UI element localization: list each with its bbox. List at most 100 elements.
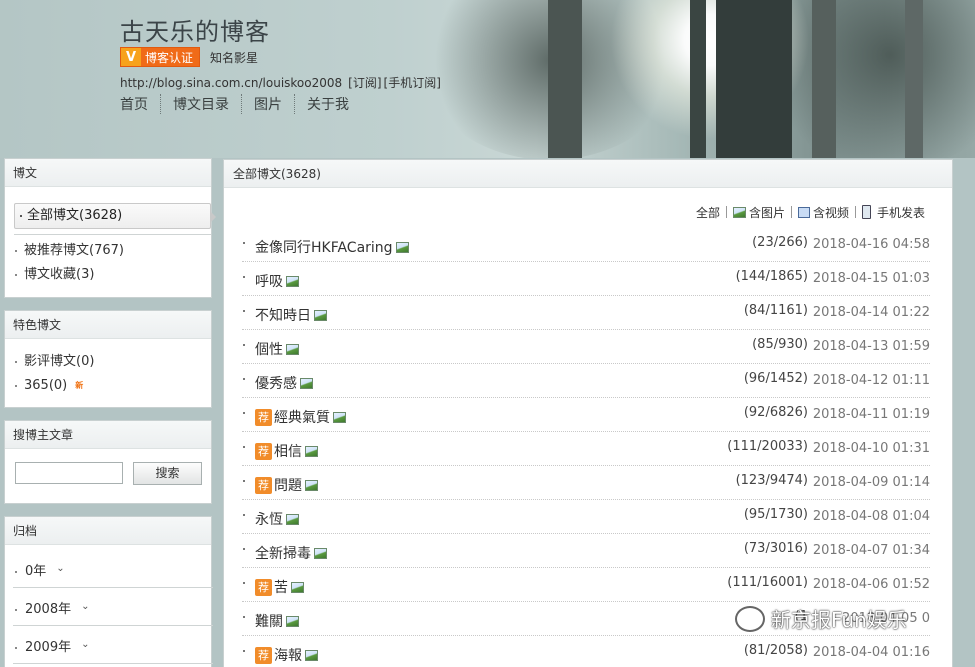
sidebar-item-recommended[interactable]: 被推荐博文(767) (5, 239, 124, 263)
post-title-link[interactable]: 難關 (255, 611, 299, 631)
image-icon (291, 581, 304, 593)
tree-trunk (812, 0, 836, 158)
nav-home[interactable]: 首页 (120, 94, 160, 114)
post-row: 荐海報 (81/2058) 2018-04-04 01:16 (242, 636, 930, 667)
post-title-link[interactable]: 金像同行HKFACaring (255, 237, 409, 257)
post-title: 經典氣質 (274, 410, 330, 426)
sidebar-item-label: 365(0) (24, 378, 68, 393)
post-date: 2018-04-09 01:14 (812, 475, 930, 490)
archive-item-0[interactable]: 0年 ⌄ (5, 553, 210, 591)
recommended-badge: 荐 (255, 442, 272, 460)
sidebar-item-365[interactable]: 365(0) 新 (5, 374, 83, 398)
post-title: 海報 (274, 648, 302, 664)
post-title-link[interactable]: 荐苦 (255, 577, 304, 597)
archive-item-2008[interactable]: 2008年 ⌄ (5, 591, 210, 629)
filter-mobile[interactable]: 手机发表 (854, 205, 931, 220)
image-icon (395, 241, 409, 253)
post-title: 苦 (274, 580, 288, 596)
post-title-link[interactable]: 不知時日 (255, 305, 327, 325)
filter-all[interactable]: 全部 (690, 206, 726, 220)
recommended-badge: 荐 (255, 578, 272, 596)
featured-panel: 特色博文 影评博文(0) 365(0) 新 (4, 310, 212, 408)
post-title: 優秀感 (255, 376, 297, 392)
post-date: 2018-04-14 01:22 (812, 305, 930, 320)
divider (13, 625, 213, 626)
nav-photos[interactable]: 图片 (241, 94, 294, 114)
search-button[interactable]: 搜索 (133, 462, 202, 485)
verify-badge[interactable]: V 博客认证 (120, 47, 201, 67)
filter-label: 含图片 (748, 205, 785, 220)
posts-panel-title: 博文 (5, 159, 211, 187)
post-stats: (96/1452) (743, 371, 808, 386)
featured-panel-title: 特色博文 (5, 311, 211, 339)
main-post-list: 全部博文(3628) 全部 含图片 含视频 手机发表 金像同行HKFACarin… (223, 159, 953, 667)
post-title: 全新掃毒 (255, 546, 311, 562)
recommended-badge: 荐 (255, 646, 272, 664)
post-row: 不知時日 (84/1161) 2018-04-14 01:22 (242, 296, 930, 330)
post-title-link[interactable]: 呼吸 (255, 271, 299, 291)
post-row: 呼吸 (144/1865) 2018-04-15 01:03 (242, 262, 930, 296)
post-date: 2018-04-07 01:34 (812, 543, 930, 558)
post-row: 荐相信 (111/20033) 2018-04-10 01:31 (242, 432, 930, 466)
filter-with-images[interactable]: 含图片 (725, 205, 791, 220)
filter-label: 含视频 (812, 205, 849, 220)
archive-item-2009[interactable]: 2009年 ⌄ (5, 629, 210, 667)
post-title-link[interactable]: 全新掃毒 (255, 543, 327, 563)
subscribe-link[interactable]: [订阅] (348, 76, 381, 90)
post-row: 全新掃毒 (73/3016) 2018-04-07 01:34 (242, 534, 930, 568)
post-row: 優秀感 (96/1452) 2018-04-12 01:11 (242, 364, 930, 398)
sidebar-item-favorites[interactable]: 博文收藏(3) (5, 263, 94, 287)
filter-label: 手机发表 (876, 205, 925, 220)
post-date: 2018-04-16 04:58 (812, 237, 930, 252)
post-stats: (123/9474) (735, 473, 808, 488)
verify-v-icon: V (121, 48, 141, 66)
nav-about[interactable]: 关于我 (294, 94, 361, 114)
post-title-link[interactable]: 永恆 (255, 509, 299, 529)
phone-icon (861, 205, 871, 219)
post-title-link[interactable]: 荐問題 (255, 475, 318, 495)
post-stats: (95/1730) (743, 507, 808, 522)
image-icon (732, 206, 746, 218)
post-stats: (92/6826) (743, 405, 808, 420)
post-title-link[interactable]: 荐相信 (255, 441, 318, 461)
nav-catalog[interactable]: 博文目录 (160, 94, 241, 114)
verify-label: 知名影星 (210, 50, 259, 65)
image-icon (300, 377, 313, 389)
recommended-badge: 荐 (255, 408, 272, 426)
image-icon (286, 343, 299, 355)
archive-label: 2008年 (25, 602, 72, 617)
post-title-link[interactable]: 個性 (255, 339, 299, 359)
mobile-subscribe-link[interactable]: [手机订阅] (384, 76, 441, 90)
post-stats: (85/930) (752, 337, 808, 352)
blog-header: 古天乐的博客 V 博客认证 知名影星 http://blog.sina.com.… (0, 0, 975, 158)
sidebar-item-all-posts[interactable]: 全部博文(3628) (14, 203, 216, 229)
post-date: 2018-04-08 01:04 (812, 509, 930, 524)
main-title: 全部博文(3628) (224, 160, 952, 188)
search-panel-title: 搜博主文章 (5, 421, 211, 449)
post-date: 2018-04-06 01:52 (812, 577, 930, 592)
verify-badge-label: 博客认证 (145, 50, 194, 65)
image-icon (286, 513, 299, 525)
post-title-link[interactable]: 優秀感 (255, 373, 313, 393)
image-icon (305, 479, 318, 491)
post-row: 荐苦 (111/16001) 2018-04-06 01:52 (242, 568, 930, 602)
blog-url: http://blog.sina.com.cn/louiskoo2008 (120, 76, 343, 90)
post-row: 個性 (85/930) 2018-04-13 01:59 (242, 330, 930, 364)
post-title-link[interactable]: 荐經典氣質 (255, 407, 346, 427)
search-input[interactable] (15, 462, 123, 484)
verification: V 博客认证 知名影星 (120, 47, 258, 67)
post-stats: (144/1865) (735, 269, 808, 284)
sidebar-item-label: 博文收藏(3) (24, 267, 95, 282)
post-row: 永恆 (95/1730) 2018-04-08 01:04 (242, 500, 930, 534)
chevron-down-icon: ⌄ (81, 601, 90, 612)
sidebar-item-reviews[interactable]: 影评博文(0) (5, 350, 94, 374)
posts-panel: 博文 全部博文(3628) 被推荐博文(767) 博文收藏(3) (4, 158, 216, 298)
blog-title[interactable]: 古天乐的博客 (120, 12, 270, 47)
archive-panel: 归档 0年 ⌄ 2008年 ⌄ 2009年 ⌄ (4, 516, 213, 667)
tree-trunk (716, 0, 792, 158)
post-date: 2018-04-04 01:16 (812, 645, 930, 660)
post-title-link[interactable]: 荐海報 (255, 645, 318, 665)
video-icon (797, 206, 810, 218)
filter-with-video[interactable]: 含视频 (790, 205, 855, 220)
post-title: 呼吸 (255, 274, 283, 290)
